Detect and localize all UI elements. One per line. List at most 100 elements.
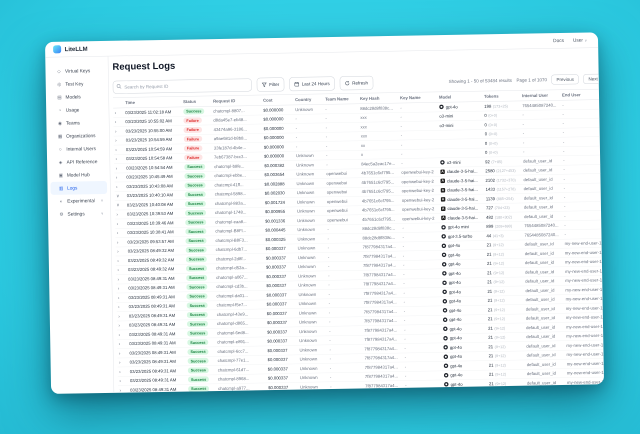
status-badge: Failure [183, 117, 201, 123]
cell-time: 03/23/2025 08:49:31 AM [129, 303, 187, 309]
row-expand-chevron-icon[interactable]: › [118, 378, 130, 383]
cell-key-name: - [400, 123, 439, 129]
next-page-button[interactable]: Next [583, 74, 602, 84]
row-expand-chevron-icon[interactable]: › [117, 323, 129, 328]
cell-team-name: openwebui [327, 208, 362, 214]
sidebar-item-logs[interactable]: ▥Logs [50, 181, 107, 195]
row-expand-chevron-icon[interactable]: › [115, 239, 127, 244]
flask-icon: ◐ [59, 199, 64, 204]
cell-request-id: chatcmpl-da01... [216, 293, 266, 299]
row-expand-chevron-icon[interactable]: › [117, 313, 129, 318]
tokens-breakdown: (1732+370) [496, 178, 515, 183]
row-expand-chevron-icon[interactable]: › [115, 221, 127, 226]
sidebar-item-organizations[interactable]: ▦Organizations [50, 129, 107, 143]
cell-internal-user: default_user_id [525, 241, 565, 247]
cell-internal-user: default_user_id [523, 176, 563, 182]
row-expand-chevron-icon[interactable]: › [116, 249, 128, 254]
date-range-button[interactable]: Last 24 Hours [289, 76, 335, 91]
filter-button[interactable]: Filter [257, 77, 285, 91]
model-name: gpt-4o [449, 280, 461, 285]
row-expand-chevron-icon[interactable]: ∨ [115, 193, 127, 199]
cell-cost: $0.000337 [266, 292, 298, 298]
row-expand-chevron-icon[interactable]: › [114, 165, 126, 170]
test-key-icon: ◎ [57, 81, 62, 87]
key-icon: ◇ [56, 68, 61, 74]
tokens-breakdown: (9+12) [495, 363, 506, 368]
refresh-button[interactable]: Refresh [340, 76, 373, 91]
openai-icon [443, 336, 448, 341]
row-expand-chevron-icon[interactable]: › [114, 184, 126, 189]
cell-key-hash: 4b7651c6cf795... [362, 207, 402, 213]
cell-model: gpt-4o [443, 307, 488, 313]
row-expand-chevron-icon[interactable]: › [113, 110, 125, 115]
sidebar-item-internal-users[interactable]: ○Internal Users [50, 142, 107, 156]
cell-key-hash: x [361, 151, 401, 157]
row-expand-chevron-icon[interactable]: › [116, 267, 128, 272]
row-expand-chevron-icon[interactable]: › [117, 341, 129, 346]
row-expand-chevron-icon[interactable]: › [114, 128, 126, 133]
sidebar-item-api-reference[interactable]: ◈API Reference [50, 155, 107, 169]
openai-icon [444, 364, 449, 369]
row-expand-chevron-icon[interactable]: › [117, 332, 129, 337]
cell-end-user: - [562, 120, 604, 126]
sidebar-nav: ◇Virtual Keys◎Test Key▤Models◔Usage◉Team… [45, 56, 114, 394]
row-expand-chevron-icon[interactable]: › [118, 387, 130, 392]
model-name: gpt-4o mini [448, 224, 469, 229]
sidebar-item-test-key[interactable]: ◎Test Key [49, 77, 106, 91]
row-expand-chevron-icon[interactable]: › [117, 350, 129, 355]
row-expand-chevron-icon[interactable]: › [114, 156, 126, 161]
cell-country: - [295, 125, 325, 131]
model-name: gpt-4o [448, 261, 460, 266]
sidebar-item-teams[interactable]: ◉Teams [49, 116, 106, 130]
sidebar-item-usage[interactable]: ◔Usage [49, 103, 106, 117]
row-expand-chevron-icon[interactable]: › [114, 147, 126, 152]
cell-end-user: - [564, 194, 604, 200]
sidebar-item-experimental[interactable]: ◐Experimental∨ [51, 194, 108, 208]
row-expand-chevron-icon[interactable]: ∨ [115, 202, 127, 208]
row-expand-chevron-icon[interactable]: › [114, 138, 126, 143]
user-menu[interactable]: User∨ [573, 37, 587, 43]
anthropic-icon: A [440, 179, 445, 184]
sidebar-item-model-hub[interactable]: ▣Model Hub [50, 168, 107, 182]
row-expand-chevron-icon[interactable]: › [116, 276, 128, 281]
row-expand-chevron-icon[interactable]: › [115, 212, 127, 217]
cell-end-user: my-new-end-user-1 [565, 268, 604, 274]
user-icon: ○ [58, 147, 63, 152]
cell-model: gpt-4o mini [441, 224, 486, 230]
sidebar-item-virtual-keys[interactable]: ◇Virtual Keys [48, 64, 105, 78]
row-expand-chevron-icon[interactable]: › [118, 360, 130, 365]
cell-team-name: - [328, 282, 363, 288]
cell-time: 03/23/2025 11:02:18 AM [125, 109, 183, 115]
docs-link[interactable]: Docs [553, 38, 564, 44]
cell-country: Unknown [297, 190, 327, 196]
row-expand-chevron-icon[interactable]: › [115, 230, 127, 235]
row-expand-chevron-icon[interactable]: › [116, 286, 128, 291]
cell-tokens: 21(9+12) [489, 371, 527, 377]
row-expand-chevron-icon[interactable]: › [117, 304, 129, 309]
status-badge: Success [185, 201, 206, 207]
tokens-total: 21 [487, 242, 492, 247]
status-badge: Success [186, 265, 207, 271]
row-expand-chevron-icon[interactable]: › [118, 369, 130, 374]
row-expand-chevron-icon[interactable]: › [113, 119, 125, 124]
sidebar-item-models[interactable]: ▤Models [49, 90, 106, 104]
row-expand-chevron-icon[interactable]: › [116, 258, 128, 263]
cell-time: 03/23/2025 10:54:54 AM [126, 164, 184, 170]
tokens-breakdown: (9+12) [493, 270, 504, 275]
cell-end-user: - [564, 222, 604, 228]
sidebar-item-settings[interactable]: ⚙Settings∨ [51, 207, 108, 221]
cell-tokens: 899(209+690) [486, 223, 524, 229]
cell-end-user: my-new-end-user-1 [567, 370, 604, 376]
cell-key-hash: xxx [360, 124, 400, 130]
cell-time: 03/23/2025 09:53:57 AM [127, 238, 185, 244]
cell-key-name: - [400, 114, 439, 120]
tokens-breakdown: (9+12) [493, 252, 504, 257]
cell-key-name: openwebui-key-2 [401, 178, 440, 184]
cell-team-name: - [329, 337, 364, 343]
cell-key-name: - [405, 354, 444, 360]
previous-page-button[interactable]: Previous [551, 74, 579, 84]
cell-cost: $0.000337 [266, 255, 298, 261]
row-expand-chevron-icon[interactable]: › [114, 175, 126, 180]
row-expand-chevron-icon[interactable]: › [116, 295, 128, 300]
search-input[interactable] [113, 78, 252, 93]
